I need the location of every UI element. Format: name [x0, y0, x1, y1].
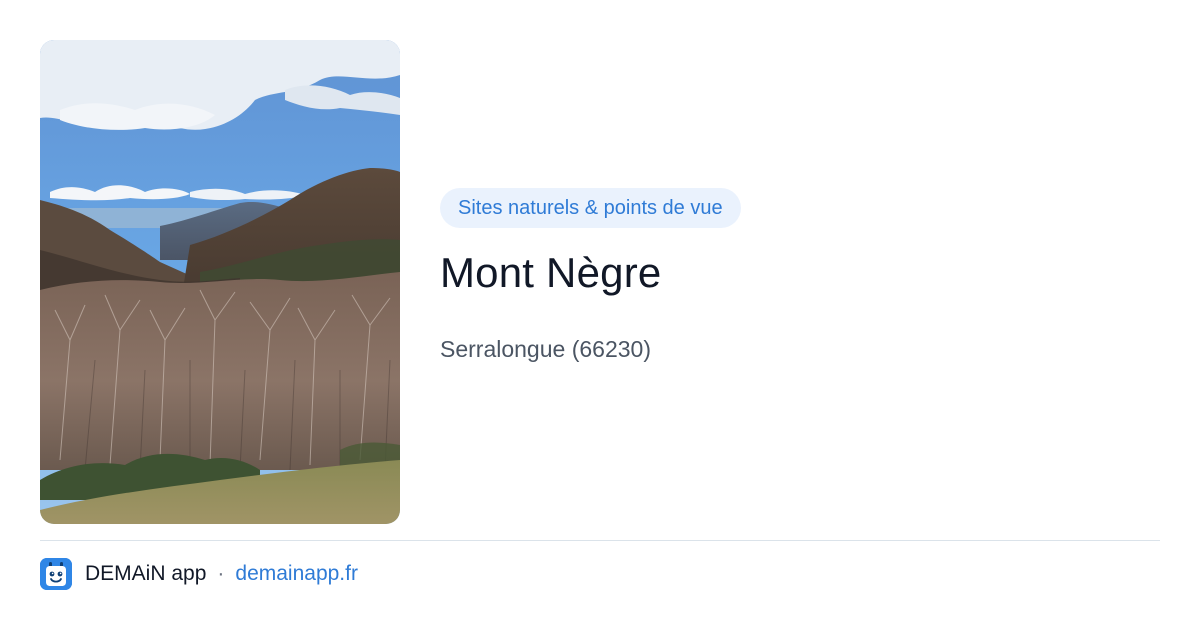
place-location: Serralongue (66230): [440, 336, 651, 362]
share-card: Sites naturels & points de vue Mont Nègr…: [0, 0, 1200, 630]
app-name: DEMAiN app: [85, 562, 207, 585]
place-info: Sites naturels & points de vue Mont Nègr…: [440, 188, 1160, 364]
mountain-landscape-image: [40, 40, 400, 524]
category-badge: Sites naturels & points de vue: [440, 188, 741, 228]
app-website-link[interactable]: demainapp.fr: [235, 562, 358, 586]
footer-separator: ·: [217, 562, 225, 585]
calendar-face-icon: [40, 558, 72, 590]
footer-divider: [40, 540, 1160, 541]
footer: DEMAiN app · demainapp.fr: [40, 557, 358, 591]
place-photo: [40, 40, 400, 524]
place-title: Mont Nègre: [440, 249, 662, 296]
